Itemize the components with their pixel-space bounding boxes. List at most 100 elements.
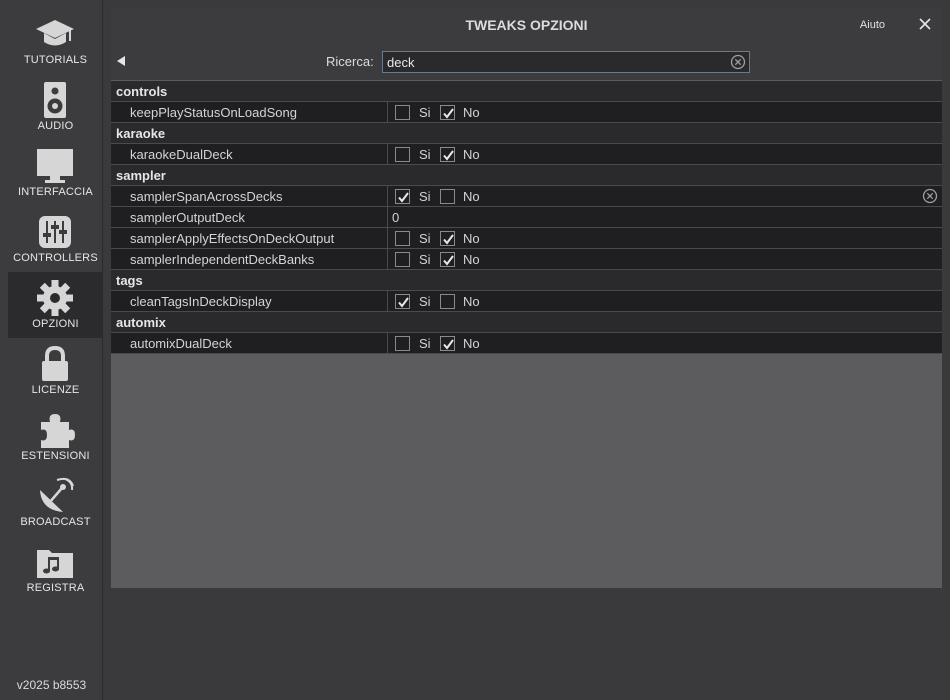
sidebar-item-opzioni[interactable]: OPZIONI <box>8 272 103 338</box>
lock-icon <box>42 345 68 381</box>
sidebar-item-label: AUDIO <box>37 120 74 132</box>
group-header: karaoke <box>111 123 942 144</box>
search-box <box>382 51 750 73</box>
checkbox-no[interactable] <box>440 336 455 351</box>
checkbox-si[interactable] <box>395 294 410 309</box>
graduation-cap-icon <box>36 20 74 46</box>
option-row: samplerSpanAcrossDecks Si No <box>111 186 942 207</box>
column-divider <box>387 207 388 228</box>
group-title: karaoke <box>116 126 166 141</box>
checkbox-no[interactable] <box>440 294 455 309</box>
option-row: samplerApplyEffectsOnDeckOutput Si No <box>111 228 942 249</box>
checkbox-no[interactable] <box>440 147 455 162</box>
check-icon <box>443 108 454 119</box>
checkbox-si[interactable] <box>395 147 410 162</box>
check-icon <box>398 192 409 203</box>
sidebar-item-label: REGISTRA <box>26 582 85 594</box>
sidebar-item-audio[interactable]: AUDIO <box>8 74 103 140</box>
group-title: sampler <box>116 168 166 183</box>
checkbox-no-label: No <box>463 252 480 267</box>
options-list: controls keepPlayStatusOnLoadSong Si No kara… <box>111 81 942 354</box>
title-bar: TWEAKS OPZIONI Aiuto <box>111 8 942 42</box>
group-title: automix <box>116 315 166 330</box>
checkbox-si[interactable] <box>395 231 410 246</box>
column-divider <box>387 291 388 312</box>
speaker-icon <box>44 82 66 118</box>
checkbox-no-label: No <box>463 147 480 162</box>
sidebar: TUTORIALS AUDIO INTERFACCIA CONTROLLERS <box>0 0 103 700</box>
sidebar-item-label: TUTORIALS <box>23 54 88 66</box>
sidebar-item-tutorials[interactable]: TUTORIALS <box>8 8 103 74</box>
group-header: controls <box>111 81 942 102</box>
sidebar-item-label: LICENZE <box>31 384 80 396</box>
search-bar: Ricerca: <box>111 42 942 80</box>
checkbox-no-label: No <box>463 336 480 351</box>
sidebar-item-controllers[interactable]: CONTROLLERS <box>8 206 103 272</box>
option-name: samplerIndependentDeckBanks <box>130 252 315 267</box>
option-name: samplerApplyEffectsOnDeckOutput <box>130 231 335 246</box>
column-divider <box>387 144 388 165</box>
window-title: TWEAKS OPZIONI <box>465 17 588 33</box>
checkbox-si-label: Si <box>419 231 431 246</box>
column-divider <box>387 228 388 249</box>
option-name: keepPlayStatusOnLoadSong <box>130 105 297 120</box>
column-divider <box>387 186 388 207</box>
option-row: samplerOutputDeck 0 <box>111 207 942 228</box>
sidebar-item-broadcast[interactable]: BROADCAST <box>8 470 103 536</box>
check-icon <box>443 255 454 266</box>
search-label: Ricerca: <box>326 54 374 69</box>
group-title: tags <box>116 273 143 288</box>
music-folder-icon <box>37 550 73 578</box>
sidebar-item-label: ESTENSIONI <box>21 450 90 462</box>
option-row: keepPlayStatusOnLoadSong Si No <box>111 102 942 123</box>
puzzle-icon <box>41 414 75 448</box>
close-icon[interactable] <box>916 15 934 33</box>
option-name: samplerSpanAcrossDecks <box>130 189 283 204</box>
checkbox-no-label: No <box>463 231 480 246</box>
clear-search-icon[interactable] <box>730 54 746 70</box>
checkbox-si-label: Si <box>419 294 431 309</box>
group-header: sampler <box>111 165 942 186</box>
search-input[interactable] <box>383 52 723 72</box>
option-value[interactable]: 0 <box>392 210 399 225</box>
tweaks-window: TWEAKS OPZIONI Aiuto Ricerca: controls ke… <box>111 8 942 588</box>
option-row: samplerIndependentDeckBanks Si No <box>111 249 942 270</box>
checkbox-si[interactable] <box>395 189 410 204</box>
sidebar-item-estensioni[interactable]: ESTENSIONI <box>8 404 103 470</box>
column-divider <box>387 249 388 270</box>
checkbox-si-label: Si <box>419 252 431 267</box>
checkbox-no[interactable] <box>440 105 455 120</box>
checkbox-no-label: No <box>463 105 480 120</box>
sidebar-item-licenze[interactable]: LICENZE <box>8 338 103 404</box>
sidebar-item-label: INTERFACCIA <box>18 186 93 198</box>
checkbox-no[interactable] <box>440 252 455 267</box>
sidebar-item-label: BROADCAST <box>20 516 91 528</box>
reset-option-icon[interactable] <box>922 188 938 204</box>
monitor-icon <box>37 149 73 183</box>
help-button[interactable]: Aiuto <box>860 19 885 31</box>
back-arrow-icon[interactable] <box>115 55 127 67</box>
sidebar-item-registra[interactable]: REGISTRA <box>8 536 103 602</box>
checkbox-si-label: Si <box>419 147 431 162</box>
checkbox-si-label: Si <box>419 105 431 120</box>
group-header: tags <box>111 270 942 291</box>
checkbox-si-label: Si <box>419 189 431 204</box>
column-divider <box>387 102 388 123</box>
checkbox-si[interactable] <box>395 336 410 351</box>
check-icon <box>398 297 409 308</box>
version-label: v2025 b8553 <box>16 678 87 692</box>
option-name: karaokeDualDeck <box>130 147 233 162</box>
option-row: karaokeDualDeck Si No <box>111 144 942 165</box>
group-title: controls <box>116 84 168 99</box>
option-row: automixDualDeck Si No <box>111 333 942 354</box>
checkbox-no[interactable] <box>440 189 455 204</box>
checkbox-no-label: No <box>463 189 480 204</box>
sidebar-item-label: OPZIONI <box>32 318 79 330</box>
checkbox-si[interactable] <box>395 105 410 120</box>
checkbox-si-label: Si <box>419 336 431 351</box>
sidebar-item-interfaccia[interactable]: INTERFACCIA <box>8 140 103 206</box>
checkbox-si[interactable] <box>395 252 410 267</box>
checkbox-no[interactable] <box>440 231 455 246</box>
column-divider <box>387 333 388 354</box>
check-icon <box>443 234 454 245</box>
